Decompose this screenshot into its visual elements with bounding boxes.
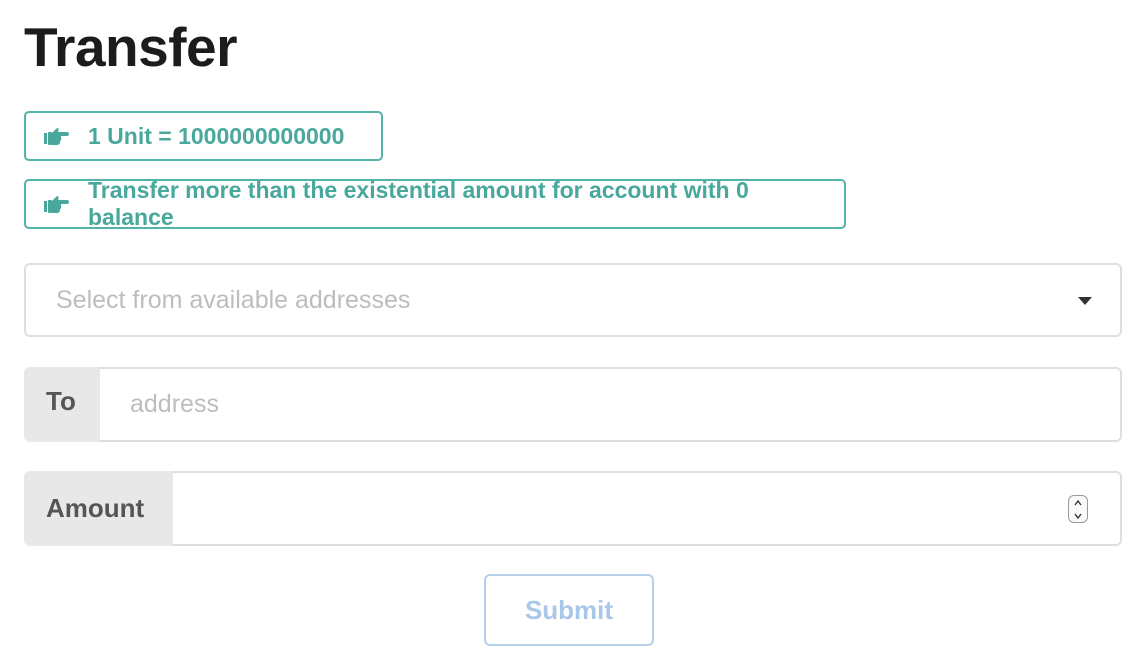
amount-label: Amount [24,471,173,546]
chevron-down-icon [1078,297,1092,305]
unit-info-text: 1 Unit = 1000000000000 [88,122,345,149]
submit-button[interactable]: Submit [484,574,654,646]
hand-pointing-right-icon [44,126,70,146]
amount-stepper[interactable] [1068,495,1088,523]
amount-input[interactable] [173,471,1122,546]
to-address-placeholder: address [130,390,219,418]
to-input-group: To address [24,367,1122,442]
page-title: Transfer [24,16,238,78]
to-label: To [24,367,100,442]
stepper-up-icon[interactable] [1074,499,1082,507]
transfer-page: Transfer 1 Unit = 1000000000000 Transfer… [0,0,1138,664]
to-address-input[interactable]: address [100,367,1122,442]
stepper-down-icon[interactable] [1074,512,1082,520]
from-address-dropdown[interactable]: Select from available addresses [24,263,1122,337]
from-address-placeholder: Select from available addresses [56,285,411,314]
existential-info-text: Transfer more than the existential amoun… [88,177,749,230]
hand-pointing-right-icon [44,194,70,214]
unit-info-label: 1 Unit = 1000000000000 [24,111,383,161]
amount-input-group: Amount [24,471,1122,546]
existential-info-label: Transfer more than the existential amoun… [24,177,846,230]
